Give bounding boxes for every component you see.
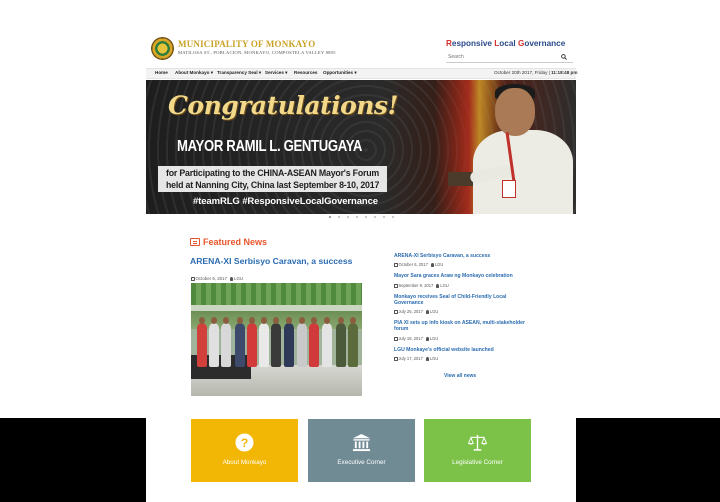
banner-hashtags: #teamRLG #ResponsiveLocalGovernance [193,196,378,207]
banner-person-badge [502,180,516,198]
calendar-icon [394,337,398,341]
news-item-meta: September 9, 2017 LGU [394,283,449,288]
news-item-date: October 6, 2017 [398,262,428,267]
tile-label: Legislative Corner [452,459,503,466]
tagline-word-1: esponsive [451,39,495,48]
news-item-meta: July 17, 2017 LGU [394,356,438,361]
tile-label: About Monkayo [222,459,267,466]
calendar-icon [394,310,398,314]
nav-home[interactable]: Home [155,70,168,75]
banner-subline-2: held at Nanning City, China last Septemb… [166,180,380,190]
search-input[interactable] [446,51,573,63]
tile-label: Executive Corner [337,459,386,466]
site-name[interactable]: MUNICIPALITY OF MONKAYO [178,39,315,49]
news-item-date: September 9, 2017 [398,283,434,288]
carousel-dot[interactable] [365,216,367,218]
news-item-author: LGU [440,283,449,288]
lead-news-meta: October 6, 2017 LGU [191,276,243,281]
photo-person [322,317,332,367]
news-item-title[interactable]: PIA XI sets up info kiosk on ASEAN, mult… [394,320,529,333]
user-icon [436,283,440,288]
current-date: October 20th 2017, Friday | [494,70,552,75]
scales-icon [468,434,487,451]
tagline: Responsive Local Governance [446,39,565,48]
user-icon [425,309,429,314]
nav-opportunities[interactable]: Opportunities ▾ [323,70,357,76]
carousel-dot[interactable] [338,216,340,218]
photo-person [259,317,269,367]
banner-person-photo [495,88,535,136]
tile-executive-corner[interactable]: Executive Corner [308,419,415,482]
news-item-title[interactable]: ARENA-XI Serbisyo Caravan, a success [394,253,534,259]
photo-person [336,317,346,367]
photo-person [209,317,219,367]
photo-person [271,317,281,367]
news-item-author: LGU [434,262,444,267]
news-item-date: July 18, 2017 [398,336,423,341]
news-item-author: LGU [429,309,439,314]
search-icon[interactable] [561,54,567,60]
photo-person [235,317,245,367]
user-icon [425,356,429,361]
photo-person [221,317,231,367]
tile-about-monkayo[interactable]: ? About Monkayo [191,419,298,482]
news-item-meta: October 6, 2017 LGU [394,262,443,267]
question-icon: ? [235,433,254,452]
photo-person [197,317,207,367]
news-item-author: LGU [429,336,439,341]
news-item-date: July 25, 2017 [398,309,423,314]
nav-transparency-seal[interactable]: Transparency Seal ▾ [217,70,261,76]
nav-services[interactable]: Services ▾ [265,70,287,76]
calendar-icon [394,284,398,288]
carousel-dot[interactable] [356,216,358,218]
lead-news-date: October 6, 2017 [195,276,228,281]
nav-about-monkayo[interactable]: About Monkayo ▾ [175,70,213,76]
carousel-dot[interactable] [383,216,385,218]
news-item-meta: July 25, 2017 LGU [394,309,438,314]
tagline-word-3: overnance [524,39,566,48]
carousel-dot[interactable] [374,216,376,218]
lead-news-photo[interactable] [191,283,362,396]
photo-person [297,317,307,367]
news-item-date: July 17, 2017 [398,356,423,361]
site-address: MATILOSA ST., POBLACION, MONKAYO, COMPOS… [178,50,336,55]
svg-text:?: ? [241,436,249,450]
news-item-title[interactable]: Mayor Sara graces Araw ng Monkayo celebr… [394,273,534,279]
current-datetime: October 20th 2017, Friday | 11:18:48 pm [494,70,577,75]
banner-subtitle-box: for Participating to the CHINA-ASEAN May… [158,166,387,192]
banner-name: MAYOR RAMIL L. GENTUGAYA [177,138,363,155]
photo-person [247,317,257,367]
news-item-title[interactable]: Monkayo receives Seal of Child-Friendly … [394,294,526,307]
news-item-author: LGU [429,356,439,361]
user-icon [425,336,429,341]
news-item-meta: July 18, 2017 LGU [394,336,438,341]
calendar-icon [191,277,195,281]
news-item-title[interactable]: LGU Monkaye's official website launched [394,347,534,353]
carousel-dot[interactable] [329,216,331,218]
lead-news-author: LGU [234,276,244,281]
current-time: 11:18:48 pm [551,70,578,75]
photo-tent-roof [191,283,362,305]
user-icon [230,276,233,281]
carousel-dot[interactable] [347,216,349,218]
municipal-seal-logo[interactable] [151,37,174,60]
calendar-icon [394,263,398,267]
user-icon [430,262,434,267]
calendar-icon [394,357,398,361]
banner-subline-1: for Participating to the CHINA-ASEAN May… [166,168,380,178]
banner-headline: Congratulations! [168,91,398,120]
tagline-word-2: ocal [499,39,518,48]
newspaper-icon [190,238,200,246]
view-all-news-link[interactable]: View all news [444,373,476,379]
nav-resources[interactable]: Resources [294,70,318,75]
photo-person [284,317,294,367]
carousel-dot[interactable] [392,216,394,218]
photo-person [348,317,358,367]
photo-person [309,317,319,367]
institution-icon [352,433,371,452]
lead-news-title[interactable]: ARENA-XI Serbisyo Caravan, a success [190,256,352,266]
featured-news-heading: Featured News [203,237,268,247]
tile-legislative-corner[interactable]: Legislative Corner [424,419,531,482]
